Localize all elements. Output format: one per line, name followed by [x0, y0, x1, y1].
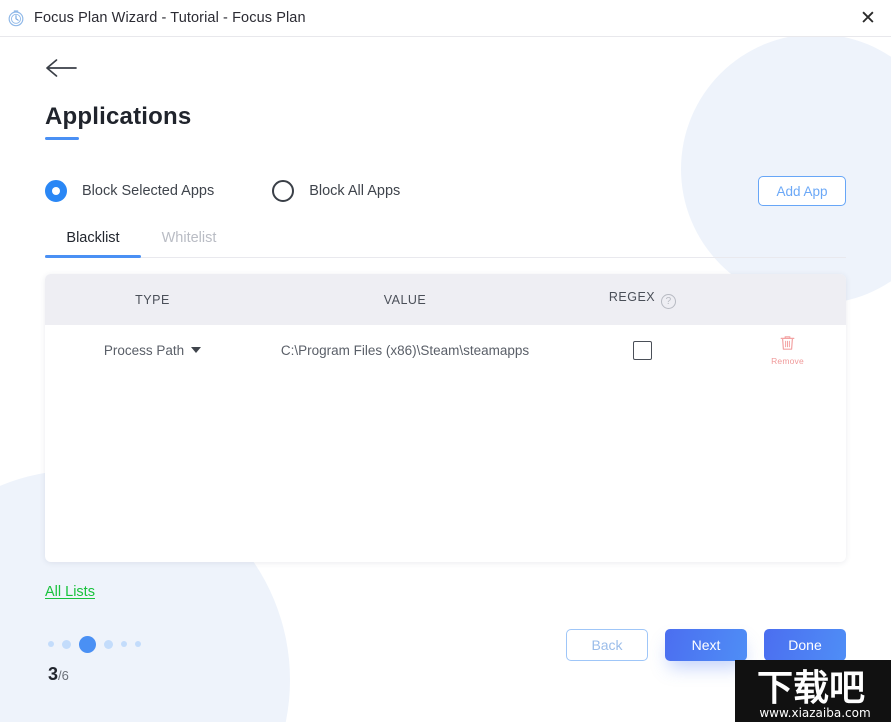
column-header-type: TYPE: [135, 292, 170, 307]
step-dot-2[interactable]: [62, 639, 71, 649]
row-type-cell: Process Path: [45, 343, 260, 358]
row-value-cell[interactable]: C:\Program Files (x86)\Steam\steamapps: [260, 343, 550, 358]
column-header-value: VALUE: [383, 292, 427, 307]
column-header-regex: REGEX?: [550, 290, 735, 309]
step-dot-4[interactable]: [104, 639, 113, 649]
window-titlebar: Focus Plan Wizard - Tutorial - Focus Pla…: [0, 0, 891, 37]
back-button[interactable]: Back: [566, 629, 648, 661]
wizard-buttons: Back Next Done: [566, 629, 846, 661]
table-row: Process Path C:\Program Files (x86)\Stea…: [45, 325, 846, 375]
column-header-regex-label: REGEX: [608, 290, 656, 304]
regex-checkbox[interactable]: [633, 340, 652, 360]
step-total: /6: [58, 668, 69, 683]
type-dropdown-value: Process Path: [103, 342, 185, 358]
row-regex-cell: [550, 340, 735, 360]
step-counter: 3/6: [48, 664, 69, 685]
page-title: Applications: [45, 103, 192, 130]
wizard-footer: 3/6 Back Next Done: [0, 622, 891, 722]
remove-label: Remove: [771, 356, 804, 366]
step-dots: [48, 635, 141, 653]
page-title-underline: [45, 137, 79, 140]
type-dropdown[interactable]: Process Path: [103, 342, 202, 358]
step-dot-1[interactable]: [48, 641, 54, 647]
step-dot-3-active[interactable]: [79, 635, 96, 653]
close-icon[interactable]: ✕: [845, 0, 891, 36]
radio-block-all-apps[interactable]: Block All Apps: [272, 180, 400, 202]
add-app-button[interactable]: Add App: [758, 176, 846, 206]
step-current: 3: [48, 664, 59, 684]
back-arrow-icon[interactable]: [45, 57, 79, 83]
step-dot-6[interactable]: [135, 641, 141, 647]
step-dot-5[interactable]: [121, 641, 127, 647]
all-lists-link[interactable]: All Lists: [45, 584, 95, 600]
radio-label-block-selected: Block Selected Apps: [82, 183, 215, 199]
chevron-down-icon: [191, 347, 202, 353]
remove-button[interactable]: Remove: [771, 334, 804, 366]
tab-blacklist[interactable]: Blacklist: [45, 230, 141, 258]
radio-unselected-icon: [272, 180, 295, 202]
block-mode-radio-group: Block Selected Apps Block All Apps Add A…: [45, 174, 846, 208]
table-header-row: TYPE VALUE REGEX?: [45, 274, 846, 325]
window-title: Focus Plan Wizard - Tutorial - Focus Pla…: [34, 10, 306, 26]
radio-selected-icon: [45, 180, 67, 202]
next-button[interactable]: Next: [665, 629, 747, 661]
help-icon[interactable]: ?: [661, 294, 677, 309]
row-action-cell: Remove: [735, 334, 840, 366]
clock-icon: [5, 7, 27, 29]
radio-block-selected-apps[interactable]: Block Selected Apps: [45, 180, 214, 202]
tab-whitelist[interactable]: Whitelist: [141, 230, 237, 257]
radio-label-block-all: Block All Apps: [309, 183, 401, 199]
rules-table: TYPE VALUE REGEX? Process Path C:\Progra…: [45, 274, 846, 562]
trash-icon: [779, 334, 796, 355]
done-button[interactable]: Done: [764, 629, 846, 661]
list-tabs: Blacklist Whitelist: [45, 230, 846, 258]
